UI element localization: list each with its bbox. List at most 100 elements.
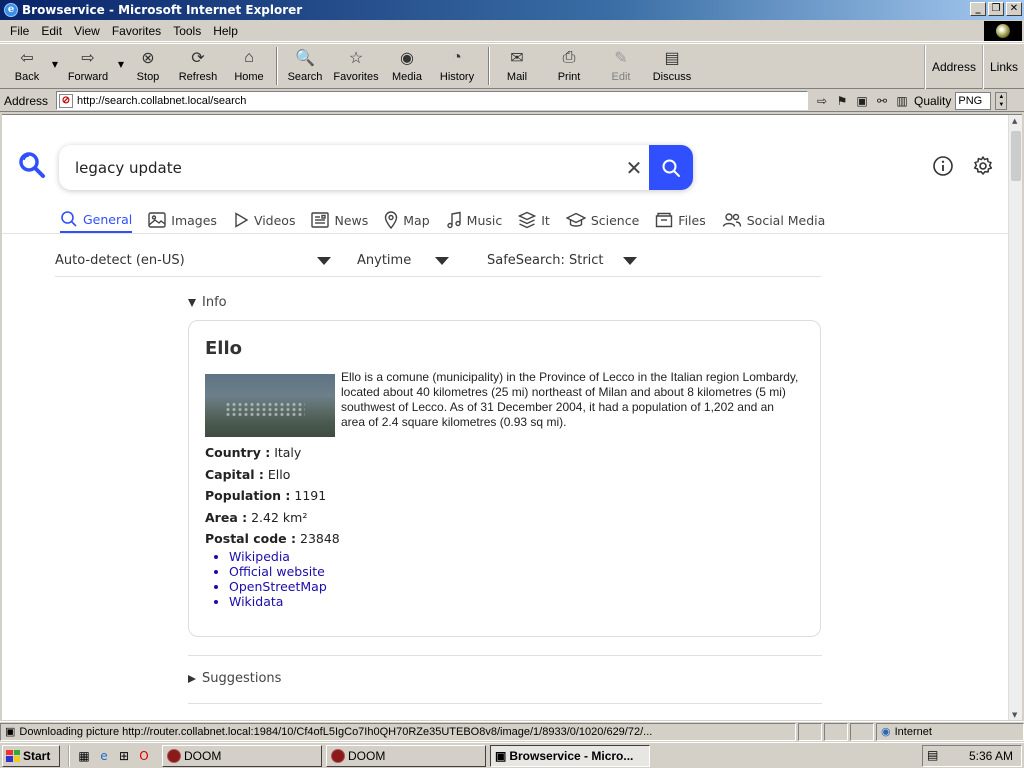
triangle-right-icon (188, 674, 196, 683)
tab-files[interactable]: Files (655, 207, 706, 233)
tab-music[interactable]: Music (446, 207, 502, 233)
back-dropdown-icon[interactable]: ▼ (50, 44, 60, 69)
scroll-up-icon[interactable]: ▲ (1012, 117, 1017, 125)
refresh-button[interactable]: ⟳ Refresh (170, 44, 226, 88)
attribute-capital: Capital : Ello (205, 466, 291, 482)
menu-tools[interactable]: Tools (167, 24, 207, 38)
attribute-population: Population : 1191 (205, 488, 327, 503)
taskbar-item-doom-1[interactable]: DOOM (162, 744, 322, 767)
search-filters: Auto-detect (en-US) Anytime SafeSearch: … (55, 245, 821, 277)
clipboard-icon[interactable]: ▥ (894, 93, 910, 109)
forward-dropdown-icon[interactable]: ▼ (116, 44, 126, 69)
back-button[interactable]: ⇦ Back (4, 44, 50, 88)
gear-icon[interactable] (972, 155, 994, 177)
media-globe-icon: ◉ (400, 50, 414, 67)
quality-label: Quality (914, 93, 952, 108)
vertical-scrollbar[interactable]: ▲ ▼ (1008, 115, 1022, 720)
menu-edit[interactable]: Edit (35, 24, 68, 38)
network-icon[interactable]: ⊞ (116, 748, 132, 764)
link-openstreetmap[interactable]: OpenStreetMap (229, 579, 327, 594)
divider (188, 655, 822, 656)
minimize-button[interactable]: _ (970, 2, 986, 16)
address-url[interactable]: http://search.collabnet.local/search (77, 95, 246, 107)
taskbar-item-doom-2[interactable]: DOOM (326, 744, 486, 767)
clock[interactable]: 5:36 AM (969, 749, 1013, 763)
go-arrow-icon[interactable]: ⇨ (814, 93, 830, 109)
forward-button[interactable]: ⇨ Forward (60, 44, 116, 88)
start-button[interactable]: Start (2, 744, 60, 767)
quality-select[interactable]: PNG (955, 91, 992, 110)
tab-videos[interactable]: Videos (233, 207, 295, 233)
links-toolbar-toggle[interactable]: Links (981, 45, 1024, 89)
find-in-page-icon[interactable]: ▣ (854, 93, 870, 109)
clear-search-icon[interactable]: ✕ (619, 153, 649, 183)
time-range-select[interactable]: Anytime (357, 253, 473, 268)
favorites-folder-icon: ☆ (348, 50, 364, 67)
triangle-down-icon (188, 298, 196, 307)
home-button[interactable]: ⌂ Home (226, 44, 272, 88)
page-icon: ⊘ (59, 93, 73, 108)
infobox-description: Ello is a comune (municipality) in the P… (341, 370, 799, 429)
discuss-icon: ▤ (664, 50, 680, 67)
forward-arrow-icon: ⇨ (81, 50, 95, 67)
infobox: Ello Ello is a comune (municipality) in … (188, 320, 821, 637)
window-title-bar[interactable]: e Browservice - Microsoft Internet Explo… (0, 0, 1024, 20)
media-button[interactable]: ◉ Media (384, 44, 430, 88)
searxng-logo-icon[interactable] (18, 151, 46, 179)
menu-favorites[interactable]: Favorites (106, 24, 167, 38)
chevron-down-icon (623, 256, 637, 265)
quality-spinner[interactable]: ▲ ▼ (995, 91, 1008, 110)
tray-monitor-icon[interactable]: ▤ (927, 748, 938, 762)
opera-icon[interactable]: O (136, 748, 152, 764)
system-tray: ▤ 5:36 AM (922, 745, 1022, 767)
image-icon (148, 212, 166, 228)
scroll-down-icon[interactable]: ▼ (1012, 711, 1017, 719)
status-cell (850, 722, 874, 741)
menu-view[interactable]: View (68, 24, 106, 38)
browser-viewport[interactable]: ✕ General Images Video (2, 114, 1022, 720)
ie-icon[interactable]: e (96, 748, 112, 764)
info-section-toggle[interactable]: Info (188, 295, 227, 310)
search-submit-button[interactable] (649, 145, 693, 190)
attribute-postal-code: Postal code : 23848 (205, 531, 340, 546)
search-input[interactable] (59, 147, 619, 188)
language-select[interactable]: Auto-detect (en-US) (55, 253, 345, 268)
menu-help[interactable]: Help (207, 24, 244, 38)
favorites-button[interactable]: ☆ Favorites (328, 44, 384, 88)
stop-button[interactable]: ⊗ Stop (126, 44, 170, 88)
address-field[interactable]: ⊘ http://search.collabnet.local/search (56, 91, 808, 110)
tab-images[interactable]: Images (148, 207, 217, 233)
tab-it[interactable]: It (518, 207, 550, 233)
divider (188, 703, 822, 704)
tab-science[interactable]: Science (565, 207, 639, 233)
link-official-website[interactable]: Official website (229, 564, 325, 579)
window-title: Browservice - Microsoft Internet Explore… (22, 3, 303, 17)
search-toolbar-button[interactable]: 🔍 Search (282, 44, 328, 88)
binoculars-icon[interactable]: ⚯ (874, 93, 890, 109)
tab-general[interactable]: General (60, 207, 133, 233)
history-button[interactable]: ◔ History (430, 44, 484, 88)
link-wikipedia[interactable]: Wikipedia (229, 549, 290, 564)
history-clock-icon: ◔ (452, 49, 462, 66)
close-window-button[interactable]: ✕ (1006, 2, 1022, 16)
address-toolbar-toggle[interactable]: Address (923, 45, 982, 89)
doom-icon (331, 748, 345, 763)
menu-file[interactable]: File (4, 24, 35, 38)
restore-button[interactable]: ❐ (988, 2, 1004, 16)
suggestions-section-toggle[interactable]: Suggestions (188, 671, 281, 686)
tab-news[interactable]: News (311, 207, 368, 233)
link-wikidata[interactable]: Wikidata (229, 594, 283, 609)
bookmark-icon[interactable]: ⚑ (834, 93, 850, 109)
print-button[interactable]: ⎙ Print (540, 44, 598, 88)
mail-button[interactable]: ✉ Mail (494, 44, 540, 88)
discuss-button[interactable]: ▤ Discuss (644, 44, 700, 88)
info-icon[interactable] (932, 155, 954, 177)
tab-social-media[interactable]: Social Media (722, 207, 825, 233)
scrollbar-thumb[interactable] (1011, 131, 1021, 181)
tab-map[interactable]: Map (384, 207, 430, 233)
taskbar-item-browservice[interactable]: ▣ Browservice - Micro... (490, 744, 650, 767)
show-desktop-icon[interactable]: ▦ (76, 748, 92, 764)
edit-button[interactable]: ✎ Edit (598, 44, 644, 88)
safesearch-select[interactable]: SafeSearch: Strict (487, 253, 637, 268)
infobox-attributes: Country : Italy Capital : Ello Populatio… (205, 442, 340, 550)
